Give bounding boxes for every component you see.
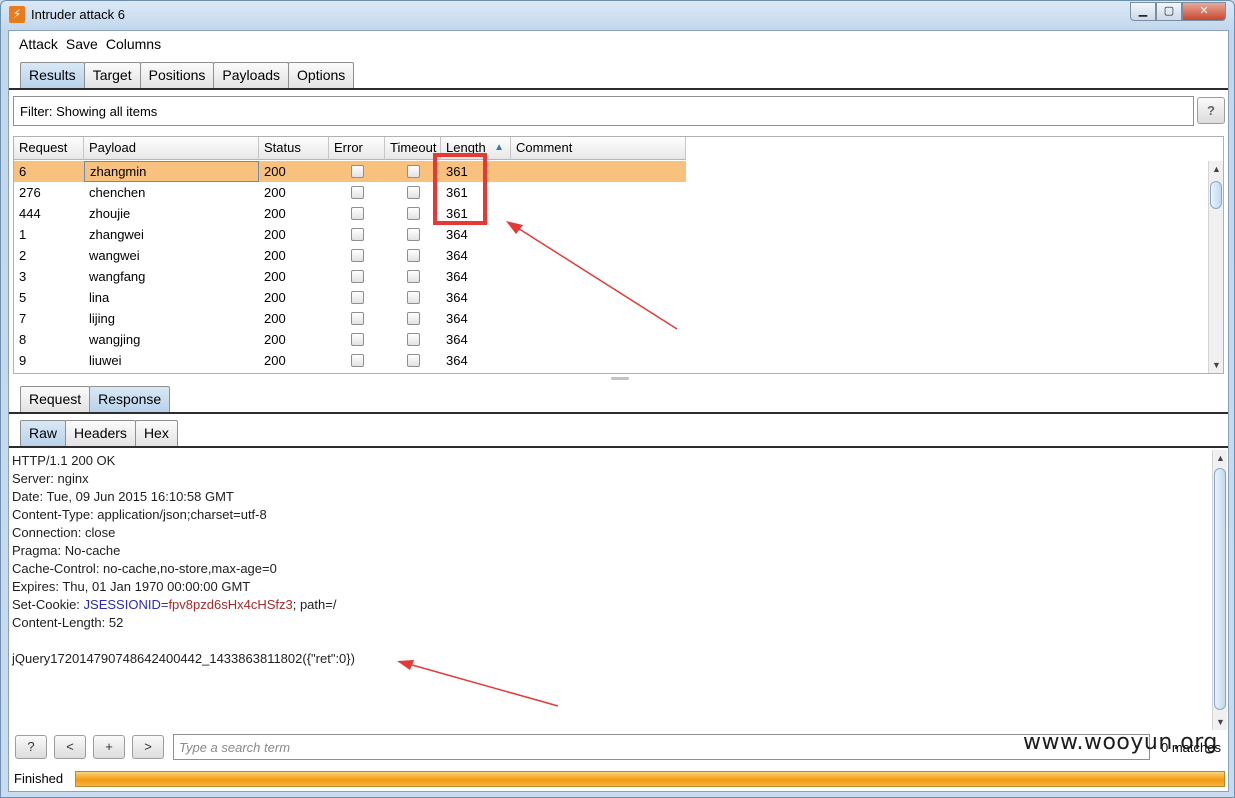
annotation-arrow-head: [397, 660, 414, 670]
annotation-arrow-line: [512, 224, 678, 330]
annotation-arrow-line: [404, 662, 559, 707]
annotation-arrow-head: [506, 221, 523, 234]
annotation-box: [433, 153, 487, 225]
annotation-overlay: [397, 153, 678, 707]
intruder-window: ⚡ Intruder attack 6 ▁ ▢ ✕ Attack Save Co…: [0, 0, 1235, 798]
